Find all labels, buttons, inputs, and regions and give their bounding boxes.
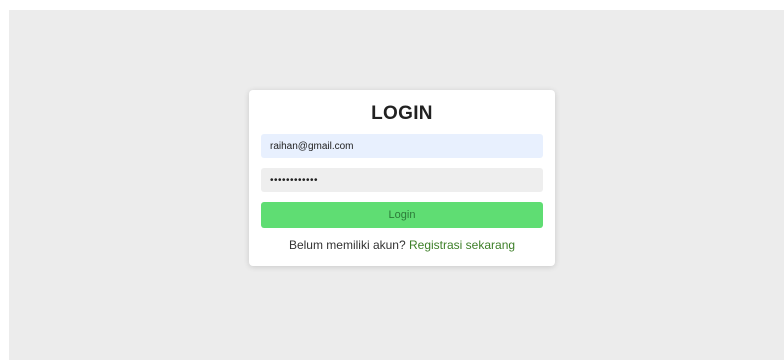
register-prompt-line: Belum memiliki akun? Registrasi sekarang xyxy=(261,238,543,252)
login-card: LOGIN Login Belum memiliki akun? Registr… xyxy=(249,90,555,266)
register-prompt-text: Belum memiliki akun? xyxy=(288,238,406,252)
register-link[interactable]: Registrasi sekarang xyxy=(409,238,515,252)
login-title: LOGIN xyxy=(371,103,433,124)
login-button[interactable]: Login xyxy=(261,202,543,228)
password-field[interactable] xyxy=(261,168,543,192)
email-field[interactable] xyxy=(261,134,543,158)
page-background: LOGIN Login Belum memiliki akun? Registr… xyxy=(9,10,784,360)
